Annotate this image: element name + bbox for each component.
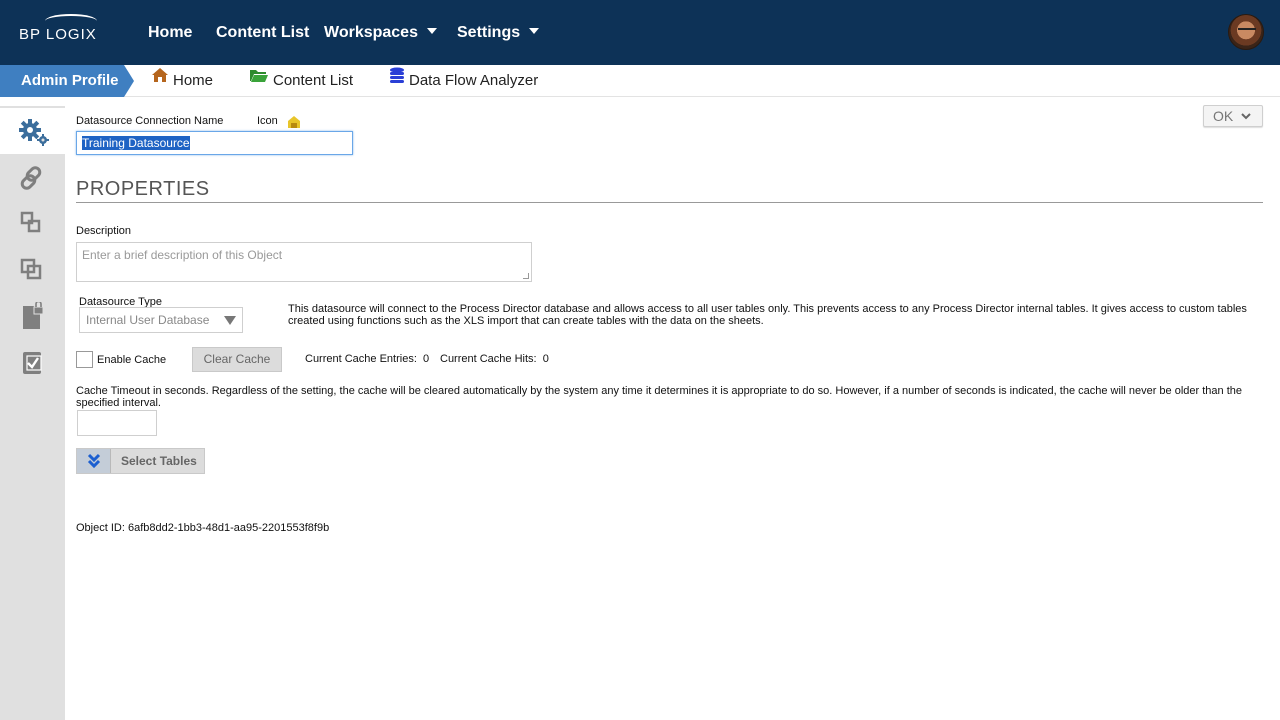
sidebar-item-links[interactable] bbox=[0, 154, 65, 200]
enable-cache-checkbox[interactable] bbox=[76, 351, 93, 368]
icon-label: Icon bbox=[257, 115, 278, 127]
cache-timeout-input[interactable] bbox=[77, 410, 157, 436]
datasource-type-value: Internal User Database bbox=[86, 313, 210, 327]
sublink-data-flow-analyzer-label: Data Flow Analyzer bbox=[409, 72, 539, 89]
cache-entries-value: 0 bbox=[423, 353, 430, 365]
ok-label: OK bbox=[1213, 108, 1234, 124]
sublink-content-list-label: Content List bbox=[273, 72, 354, 89]
checklist-icon bbox=[23, 352, 42, 374]
section-divider bbox=[76, 202, 1263, 203]
user-avatar[interactable] bbox=[1228, 14, 1264, 50]
nav-workspaces-label: Workspaces bbox=[324, 24, 418, 41]
section-title: PROPERTIES bbox=[76, 178, 210, 200]
ok-button[interactable]: OK bbox=[1203, 105, 1263, 127]
select-tables-button[interactable]: Select Tables bbox=[76, 448, 205, 474]
enable-cache-label: Enable Cache bbox=[97, 354, 167, 366]
description-textarea[interactable]: Enter a brief description of this Object bbox=[76, 242, 532, 282]
cache-hits-label: Current Cache Hits: bbox=[440, 353, 537, 365]
database-icon bbox=[389, 63, 405, 95]
cache-timeout-help: Cache Timeout in seconds. Regardless of … bbox=[76, 385, 1242, 409]
datasource-type-select[interactable]: Internal User Database bbox=[79, 307, 243, 333]
nav-settings[interactable]: Settings bbox=[457, 24, 540, 42]
select-tables-label: Select Tables bbox=[121, 454, 197, 468]
nav-settings-label: Settings bbox=[457, 24, 521, 41]
cache-hits-value: 0 bbox=[542, 353, 549, 365]
diagram-icon bbox=[20, 211, 41, 233]
folder-icon bbox=[249, 63, 269, 95]
chevron-down-icon bbox=[426, 27, 437, 34]
main-content: Datasource Connection Name Icon Training… bbox=[65, 98, 1280, 720]
resize-grip-icon[interactable] bbox=[523, 273, 529, 279]
object-id: Object ID: 6afb8dd2-1bb3-48d1-aa95-22015… bbox=[76, 522, 330, 534]
sublink-content-list[interactable]: Content List bbox=[249, 65, 353, 97]
left-sidebar bbox=[0, 106, 65, 720]
nav-home[interactable]: Home bbox=[148, 24, 192, 42]
nav-home-label: Home bbox=[148, 24, 193, 41]
double-chevron-down-icon bbox=[87, 453, 101, 469]
locked-document-icon bbox=[23, 302, 44, 329]
copy-icon bbox=[20, 258, 42, 280]
sidebar-item-copies[interactable] bbox=[0, 246, 65, 292]
secondary-navigation-bar: Admin Profile Home Content List Data Flo… bbox=[0, 65, 1280, 97]
connection-name-input[interactable]: Training Datasource bbox=[76, 131, 353, 155]
cache-hits: Current Cache Hits: 0 bbox=[440, 353, 549, 365]
logo-text: BP LOGIX bbox=[19, 26, 97, 43]
datasource-help-text: This datasource will connect to the Proc… bbox=[288, 303, 1247, 327]
description-placeholder: Enter a brief description of this Object bbox=[82, 248, 283, 262]
dropdown-arrow-icon bbox=[224, 316, 236, 325]
admin-profile-label: Admin Profile bbox=[21, 72, 119, 89]
gears-icon bbox=[19, 119, 49, 146]
chevron-down-icon bbox=[1241, 113, 1251, 120]
sidebar-item-permissions[interactable] bbox=[0, 292, 65, 338]
datasource-icon-picker[interactable] bbox=[287, 115, 301, 129]
select-tables-chevron bbox=[77, 449, 111, 473]
sublink-data-flow-analyzer[interactable]: Data Flow Analyzer bbox=[389, 65, 538, 97]
clear-cache-button[interactable]: Clear Cache bbox=[192, 347, 282, 372]
nav-content-list[interactable]: Content List bbox=[216, 24, 309, 42]
connection-name-value: Training Datasource bbox=[82, 136, 190, 150]
sidebar-item-checklist[interactable] bbox=[0, 338, 65, 384]
cache-entries-label: Current Cache Entries: bbox=[305, 353, 417, 365]
sublink-home[interactable]: Home bbox=[151, 65, 213, 97]
sublink-home-label: Home bbox=[173, 72, 214, 89]
admin-profile-tab[interactable]: Admin Profile bbox=[0, 65, 134, 97]
connection-name-label: Datasource Connection Name bbox=[76, 115, 224, 127]
nav-content-list-label: Content List bbox=[216, 24, 310, 41]
nav-workspaces[interactable]: Workspaces bbox=[324, 24, 437, 42]
cache-entries: Current Cache Entries: 0 bbox=[305, 353, 429, 365]
top-navigation-bar: BP LOGIX Home Content List Workspaces Se… bbox=[0, 0, 1280, 65]
sidebar-item-properties[interactable] bbox=[0, 108, 65, 154]
home-icon bbox=[151, 63, 169, 95]
link-icon bbox=[20, 166, 42, 190]
sidebar-item-diagram[interactable] bbox=[0, 200, 65, 246]
chevron-down-icon bbox=[529, 27, 540, 34]
description-label: Description bbox=[76, 225, 132, 237]
